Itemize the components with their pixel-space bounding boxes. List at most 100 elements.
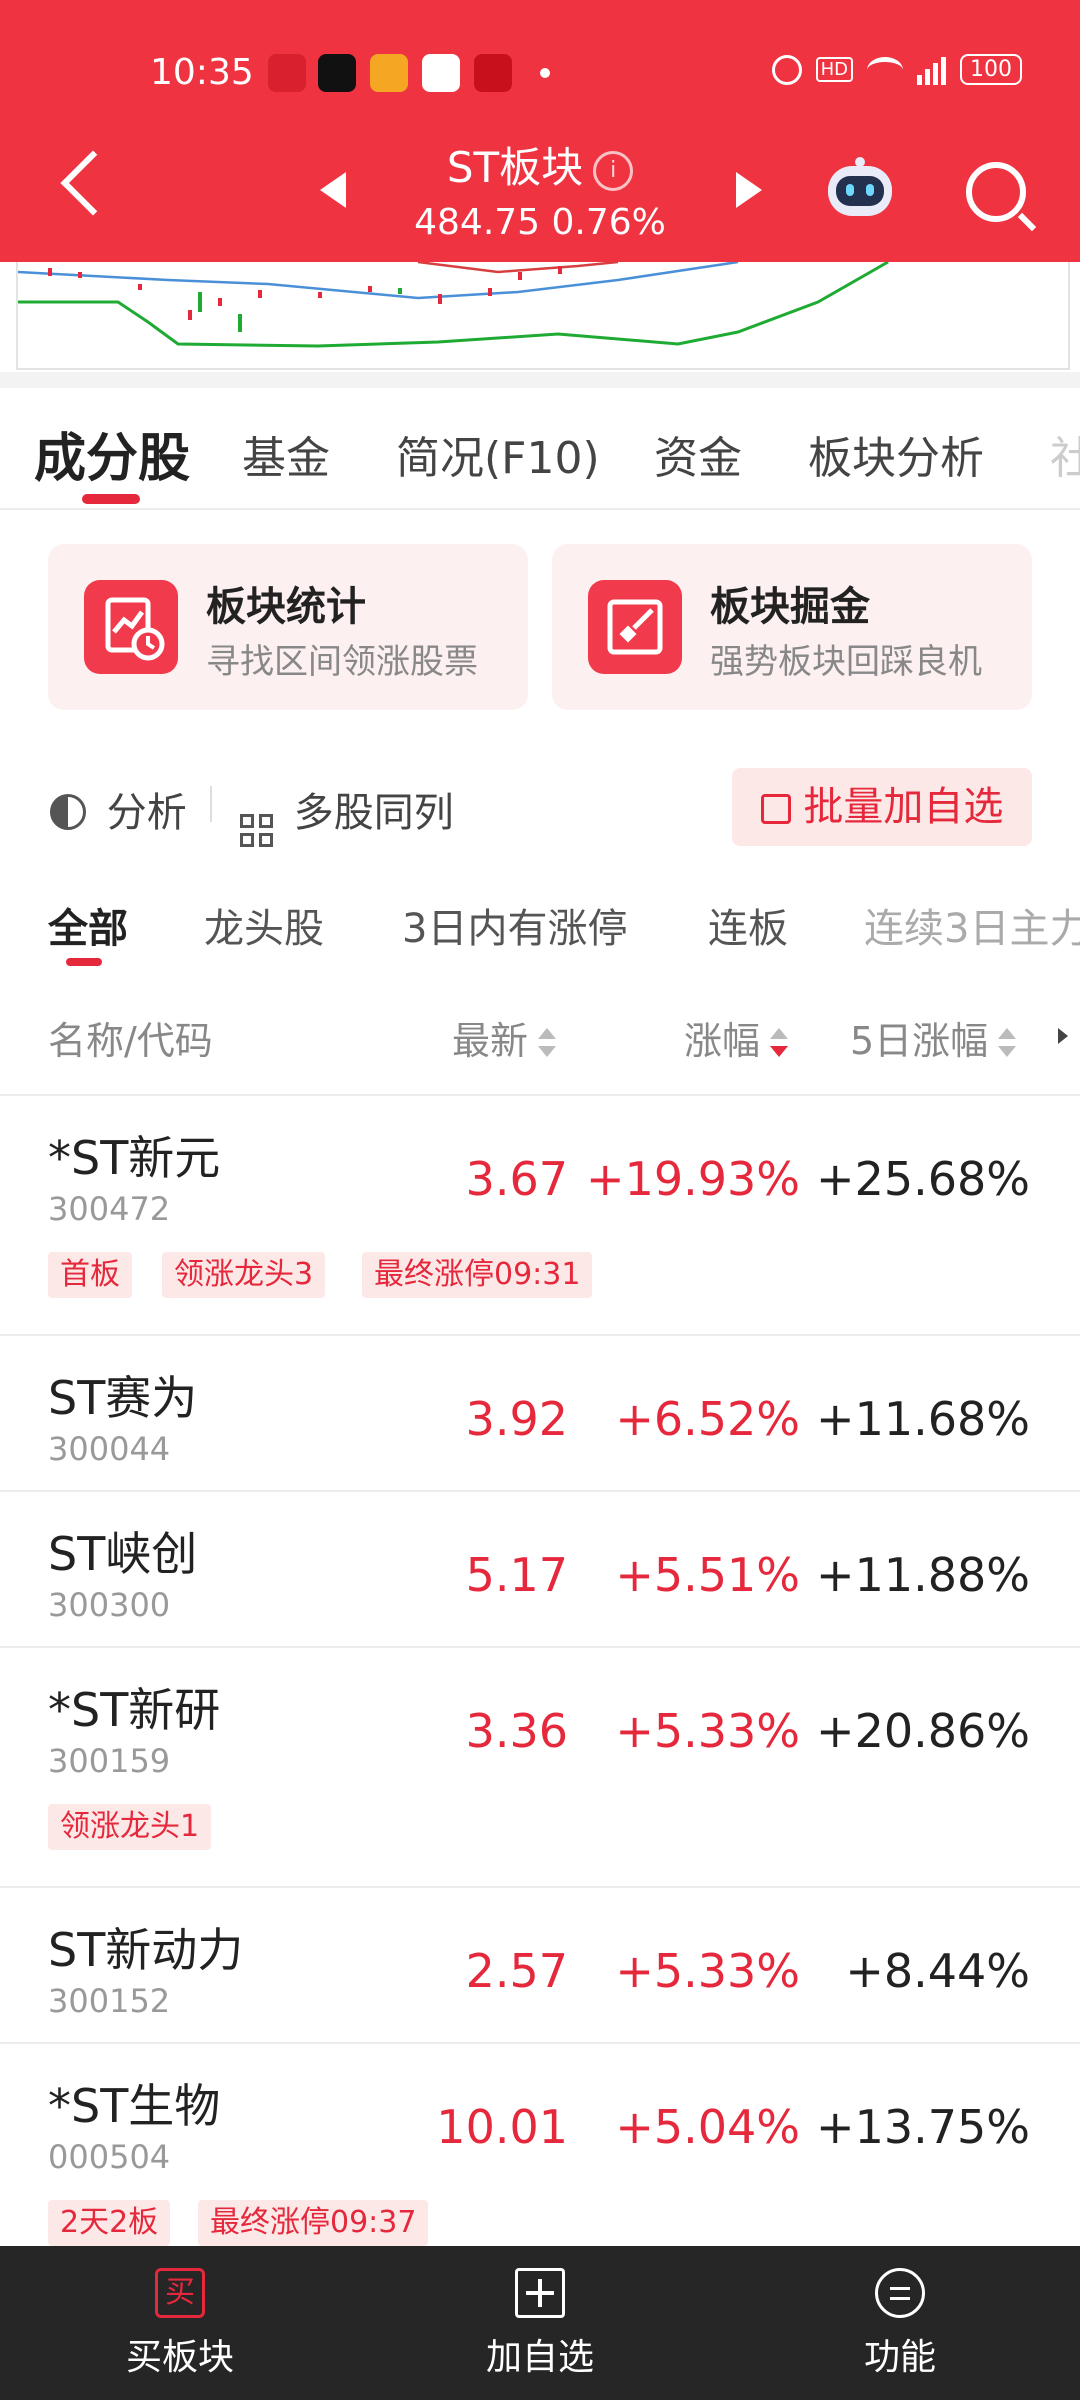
filter-main-3d[interactable]: 连续3日主力 [864, 896, 1080, 954]
stock-code: 300044 [48, 1430, 171, 1468]
col-latest[interactable]: 最新 [452, 1010, 557, 1065]
col-change[interactable]: 涨幅 [684, 1010, 789, 1065]
nav-bar: ST板块 i 484.75 0.76% [0, 130, 1080, 250]
col-change-5d[interactable]: 5日涨幅 [850, 1010, 1017, 1065]
card-title: 板块掘金 [710, 584, 870, 630]
row-divider [0, 2042, 1080, 2044]
tab-constituents[interactable]: 成分股 [34, 416, 190, 491]
scroll-right-icon[interactable] [1058, 1028, 1068, 1044]
stock-change: +5.04% [615, 2100, 800, 2154]
row-divider [0, 1334, 1080, 1336]
stock-name: ST峡创 [48, 1527, 198, 1581]
pie-chart-icon [50, 794, 86, 830]
buy-sector-label: 买板块 [125, 2337, 234, 2378]
stock-tag: 2天2板 [48, 2200, 171, 2246]
analysis-label: 分析 [106, 790, 187, 836]
status-bar: 10:35 HD 100 [0, 40, 1080, 104]
row-divider [0, 1490, 1080, 1492]
stock-tag: 领涨龙头3 [162, 1252, 326, 1298]
tab-more-partial[interactable]: 社 [1050, 422, 1080, 486]
stock-price: 5.17 [465, 1548, 568, 1602]
tab-sector-analysis[interactable]: 板块分析 [808, 422, 984, 486]
stock-name: ST新动力 [48, 1923, 244, 1977]
stock-code: 300300 [48, 1586, 171, 1624]
stock-price: 3.36 [465, 1704, 568, 1758]
filter-limit-up-3d[interactable]: 3日内有涨停 [402, 896, 627, 954]
col-name-code: 名称/代码 [48, 1019, 213, 1063]
status-right: HD 100 [771, 54, 1022, 85]
hd-icon: HD [815, 57, 853, 82]
stock-app-icon [474, 54, 512, 92]
card-subtitle: 强势板块回踩良机 [710, 642, 982, 682]
stock-change-5d: +25.68% [816, 1152, 1030, 1206]
robot-assistant-icon[interactable] [822, 156, 898, 222]
stock-change: +5.51% [615, 1548, 800, 1602]
stock-tag: 领涨龙头1 [48, 1804, 212, 1850]
stock-code: 000504 [48, 2138, 171, 2176]
stock-change-5d: +8.44% [845, 1944, 1030, 1998]
app-notification-icon [268, 54, 306, 92]
plus-square-icon [515, 2268, 565, 2318]
section-divider [0, 372, 1080, 388]
card-sector-mining[interactable]: 板块掘金 强势板块回踩良机 [552, 544, 1032, 710]
col-change5d-label: 5日涨幅 [850, 1019, 989, 1063]
col-change-label: 涨幅 [684, 1019, 761, 1063]
header-divider [0, 1094, 1080, 1096]
function-label: 功能 [863, 2337, 936, 2378]
stock-price: 10.01 [436, 2100, 568, 2154]
tab-capital[interactable]: 资金 [654, 422, 742, 486]
edit-icon [760, 794, 791, 824]
title-text: ST板块 [446, 143, 584, 192]
next-sector-icon[interactable] [736, 172, 762, 208]
stock-code: 300152 [48, 1982, 171, 2020]
stock-code: 300159 [48, 1742, 171, 1780]
stock-change: +5.33% [615, 1704, 800, 1758]
stock-price: 2.57 [465, 1944, 568, 1998]
stock-code: 300472 [48, 1190, 171, 1228]
tab-overview-f10[interactable]: 简况(F10) [396, 422, 600, 486]
search-app-icon [422, 54, 460, 92]
search-icon[interactable] [966, 162, 1026, 222]
buy-sector-button[interactable]: 买 买板块 [60, 2268, 300, 2380]
filter-leaders[interactable]: 龙头股 [204, 896, 324, 954]
stock-name: *ST新元 [48, 1131, 221, 1185]
grid-icon [240, 814, 273, 847]
tiktok-icon [318, 54, 356, 92]
analysis-button[interactable]: 分析 [50, 780, 187, 838]
wifi-icon [867, 56, 903, 83]
stock-change: +6.52% [615, 1392, 800, 1446]
signal-icon [917, 55, 946, 85]
row-divider [0, 1646, 1080, 1648]
header-bar: 10:35 HD 100 ST板块 i 484.75 0.76% [0, 0, 1080, 262]
more-notifications-icon [540, 68, 550, 78]
add-watchlist-button[interactable]: 加自选 [420, 2268, 660, 2380]
toolbar-divider [210, 786, 212, 822]
multi-stock-label: 多股同列 [293, 790, 454, 836]
stock-name: *ST新研 [48, 1683, 221, 1737]
function-button[interactable]: 功能 [780, 2268, 1020, 2380]
filter-all[interactable]: 全部 [48, 896, 128, 954]
batch-add-watchlist-button[interactable]: 批量加自选 [732, 768, 1032, 846]
info-icon[interactable]: i [593, 150, 634, 191]
card-sector-stats[interactable]: 板块统计 寻找区间领涨股票 [48, 544, 528, 710]
stock-price: 3.67 [465, 1152, 568, 1206]
battery-icon: 100 [960, 54, 1022, 85]
filter-indicator [66, 958, 102, 966]
stock-tag: 最终涨停09:31 [362, 1252, 593, 1298]
stats-chart-icon [84, 580, 178, 674]
shovel-icon [588, 580, 682, 674]
filter-consecutive[interactable]: 连板 [708, 896, 788, 954]
stock-tag: 首板 [48, 1252, 132, 1298]
stock-tag: 最终涨停09:37 [198, 2200, 429, 2246]
stock-change: +5.33% [615, 1944, 800, 1998]
multi-stock-button[interactable]: 多股同列 [240, 780, 454, 847]
buy-icon: 买 [155, 2268, 205, 2318]
tab-funds[interactable]: 基金 [242, 422, 330, 486]
stock-change-5d: +11.68% [816, 1392, 1030, 1446]
stock-name: ST赛为 [48, 1371, 198, 1425]
stock-change-5d: +11.88% [816, 1548, 1030, 1602]
stock-price: 3.92 [465, 1392, 568, 1446]
video-app-icon [370, 54, 408, 92]
status-time: 10:35 [150, 52, 254, 93]
row-divider [0, 1886, 1080, 1888]
